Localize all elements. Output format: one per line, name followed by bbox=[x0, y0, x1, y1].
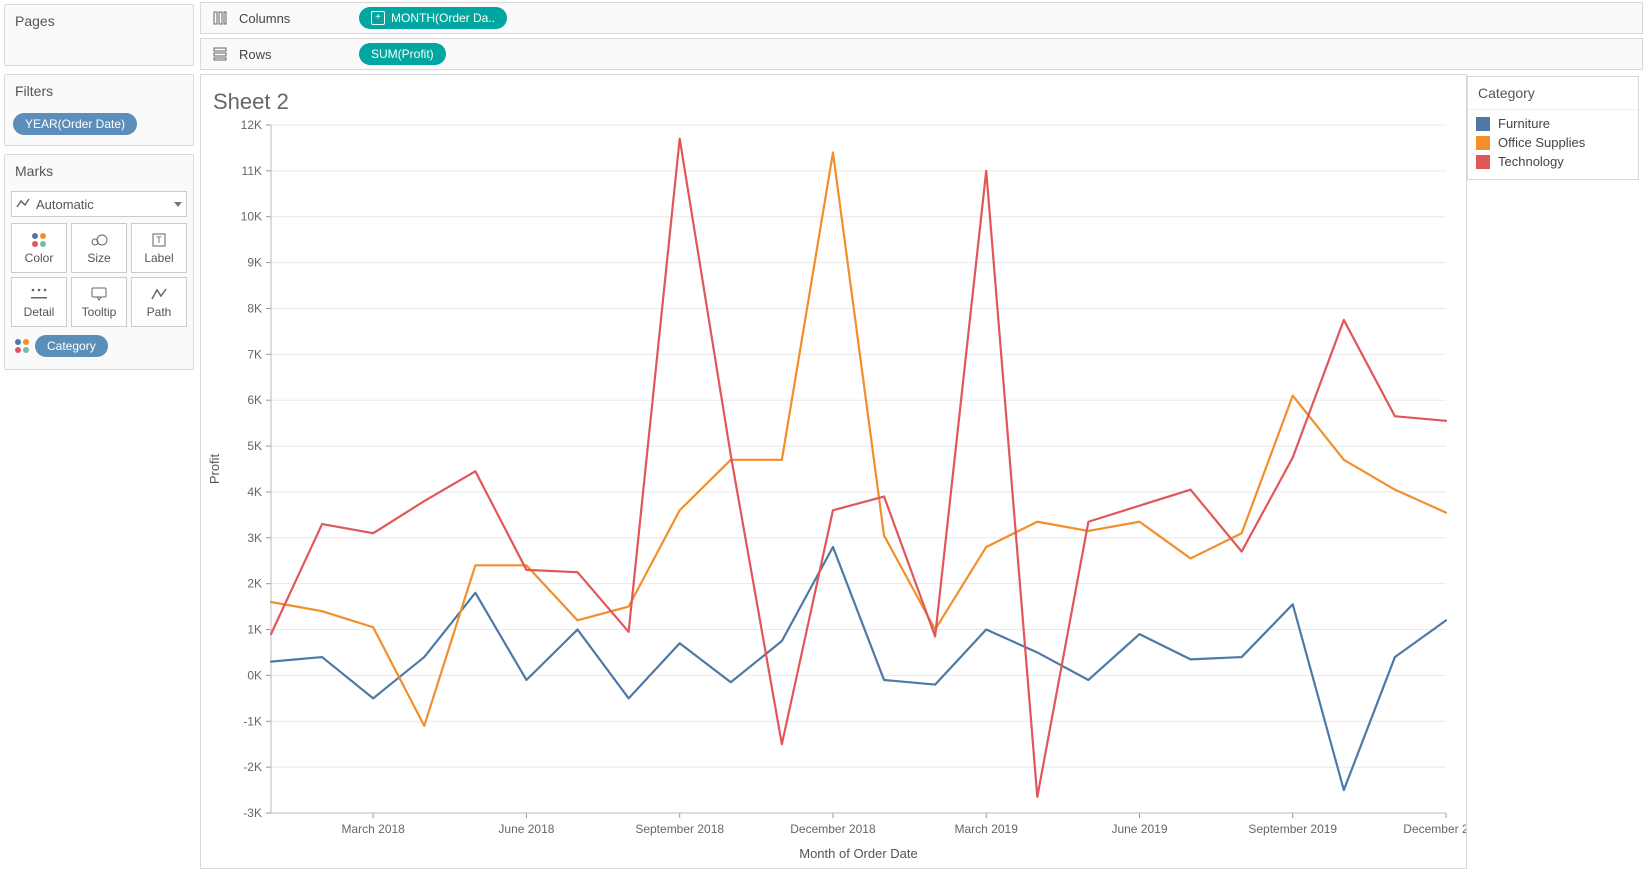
marks-type-select[interactable]: Automatic bbox=[11, 191, 187, 217]
marks-type-label: Automatic bbox=[36, 197, 94, 212]
detail-icon bbox=[31, 285, 47, 303]
svg-text:11K: 11K bbox=[242, 164, 262, 178]
svg-text:-1K: -1K bbox=[243, 714, 262, 728]
svg-text:8K: 8K bbox=[247, 301, 262, 315]
svg-text:-3K: -3K bbox=[243, 806, 262, 820]
line-type-icon bbox=[16, 197, 30, 211]
color-icon bbox=[15, 339, 29, 353]
svg-text:0K: 0K bbox=[247, 668, 262, 682]
svg-text:March 2018: March 2018 bbox=[341, 822, 405, 836]
svg-text:June 2018: June 2018 bbox=[498, 822, 554, 836]
legend-swatch bbox=[1476, 136, 1490, 150]
marks-detail-label: Detail bbox=[24, 305, 55, 319]
path-icon bbox=[151, 285, 167, 303]
filter-pill-label: YEAR(Order Date) bbox=[25, 117, 125, 131]
size-icon bbox=[90, 231, 108, 249]
svg-text:T: T bbox=[156, 235, 162, 245]
svg-text:7K: 7K bbox=[247, 347, 262, 361]
marks-label-label: Label bbox=[144, 251, 173, 265]
view-card: Sheet 2 -3K -2K -1K 0K 1K 2K 3K 4K 5K 6K 7K 8K 9K 10K… bbox=[200, 74, 1467, 869]
svg-text:10K: 10K bbox=[241, 210, 262, 224]
marks-color-button[interactable]: Color bbox=[11, 223, 67, 273]
columns-icon bbox=[211, 11, 229, 25]
label-icon: T bbox=[152, 231, 166, 249]
color-icon bbox=[32, 231, 46, 249]
filters-title: Filters bbox=[5, 75, 193, 107]
legend-item[interactable]: Technology bbox=[1476, 154, 1630, 169]
marks-tooltip-label: Tooltip bbox=[82, 305, 117, 319]
columns-label: Columns bbox=[239, 11, 349, 26]
legend-label: Office Supplies bbox=[1498, 135, 1585, 150]
svg-text:2K: 2K bbox=[247, 577, 262, 591]
columns-pill-label: MONTH(Order Da.. bbox=[391, 11, 495, 25]
legend-label: Technology bbox=[1498, 154, 1564, 169]
svg-text:6K: 6K bbox=[247, 393, 262, 407]
tooltip-icon bbox=[91, 285, 107, 303]
svg-text:5K: 5K bbox=[247, 439, 262, 453]
svg-text:9K: 9K bbox=[247, 256, 262, 270]
pages-title: Pages bbox=[5, 5, 193, 37]
marks-size-button[interactable]: Size bbox=[71, 223, 127, 273]
chart-canvas[interactable]: -3K -2K -1K 0K 1K 2K 3K 4K 5K 6K 7K 8K 9K 10K 11K 12K Ma… bbox=[201, 115, 1466, 868]
filter-pill-year[interactable]: YEAR(Order Date) bbox=[13, 113, 137, 135]
expand-icon: + bbox=[371, 11, 385, 25]
marks-tooltip-button[interactable]: Tooltip bbox=[71, 277, 127, 327]
marks-title: Marks bbox=[5, 155, 193, 187]
svg-text:December 2018: December 2018 bbox=[790, 822, 876, 836]
pages-panel[interactable]: Pages bbox=[4, 4, 194, 66]
svg-text:December 2019: December 2019 bbox=[1403, 822, 1466, 836]
marks-path-button[interactable]: Path bbox=[131, 277, 187, 327]
rows-shelf[interactable]: Rows SUM(Profit) bbox=[200, 38, 1643, 70]
chevron-down-icon bbox=[174, 202, 182, 207]
legend-item[interactable]: Office Supplies bbox=[1476, 135, 1630, 150]
marks-color-pill[interactable]: Category bbox=[35, 335, 108, 357]
svg-text:September 2019: September 2019 bbox=[1248, 822, 1337, 836]
rows-label: Rows bbox=[239, 47, 349, 62]
svg-text:September 2018: September 2018 bbox=[635, 822, 724, 836]
marks-label-button[interactable]: T Label bbox=[131, 223, 187, 273]
marks-panel[interactable]: Marks Automatic bbox=[4, 154, 194, 370]
legend-item[interactable]: Furniture bbox=[1476, 116, 1630, 131]
sheet-title: Sheet 2 bbox=[201, 75, 1466, 115]
svg-text:3K: 3K bbox=[247, 531, 262, 545]
svg-text:-2K: -2K bbox=[243, 760, 262, 774]
svg-text:March 2019: March 2019 bbox=[955, 822, 1019, 836]
marks-color-label: Color bbox=[25, 251, 54, 265]
legend-swatch bbox=[1476, 117, 1490, 131]
svg-text:4K: 4K bbox=[247, 485, 262, 499]
legend-panel[interactable]: Category Furniture Office Supplies Technol… bbox=[1467, 76, 1639, 180]
svg-text:June 2019: June 2019 bbox=[1111, 822, 1167, 836]
marks-color-pill-label: Category bbox=[47, 339, 96, 353]
svg-text:Month of Order Date: Month of Order Date bbox=[799, 846, 918, 861]
columns-pill[interactable]: + MONTH(Order Da.. bbox=[359, 7, 507, 29]
marks-path-label: Path bbox=[147, 305, 172, 319]
svg-text:Profit: Profit bbox=[207, 453, 222, 484]
filters-panel[interactable]: Filters YEAR(Order Date) bbox=[4, 74, 194, 146]
legend-title: Category bbox=[1468, 77, 1638, 110]
legend-label: Furniture bbox=[1498, 116, 1550, 131]
columns-shelf[interactable]: Columns + MONTH(Order Da.. bbox=[200, 2, 1643, 34]
marks-size-label: Size bbox=[87, 251, 110, 265]
legend-swatch bbox=[1476, 155, 1490, 169]
marks-detail-button[interactable]: Detail bbox=[11, 277, 67, 327]
rows-pill-label: SUM(Profit) bbox=[371, 47, 434, 61]
rows-icon bbox=[211, 47, 229, 61]
svg-text:1K: 1K bbox=[247, 623, 262, 637]
rows-pill[interactable]: SUM(Profit) bbox=[359, 43, 446, 65]
svg-text:12K: 12K bbox=[241, 118, 262, 132]
